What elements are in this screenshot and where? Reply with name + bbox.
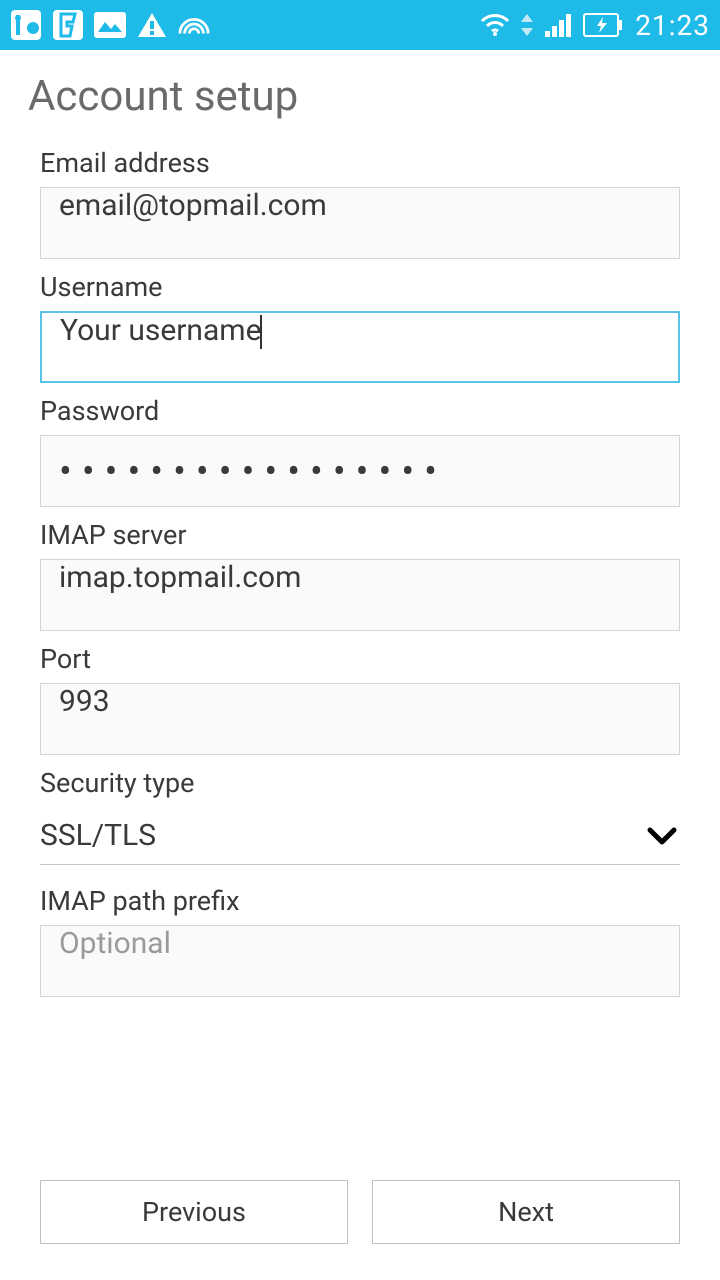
email-input[interactable]: email@topmail.com (40, 187, 680, 259)
security-type-select[interactable]: SSL/TLS (40, 807, 680, 865)
text-cursor (260, 315, 262, 349)
label-security-type: Security type (40, 767, 680, 799)
label-username: Username (40, 271, 680, 303)
field-imap-path-prefix: IMAP path prefix Optional (40, 885, 680, 997)
status-time: 21:23 (635, 9, 710, 42)
field-port: Port 993 (40, 643, 680, 755)
rainbow-icon (178, 9, 210, 41)
warning-icon (136, 9, 168, 41)
chevron-down-icon (644, 818, 680, 854)
status-left-icons (10, 9, 210, 41)
label-port: Port (40, 643, 680, 675)
security-type-value: SSL/TLS (40, 818, 644, 853)
signal-icon (543, 9, 575, 41)
field-security-type: Security type SSL/TLS (40, 767, 680, 865)
status-right-icons: 21:23 (479, 9, 710, 42)
username-value: Your username (60, 313, 262, 348)
previous-button[interactable]: Previous (40, 1180, 348, 1244)
account-setup-form: Email address email@topmail.com Username… (0, 147, 720, 997)
footer-buttons: Previous Next (40, 1180, 680, 1244)
password-input[interactable]: ••••••••••••••••• (40, 435, 680, 507)
field-username: Username Your username (40, 271, 680, 383)
page-title: Account setup (0, 50, 720, 147)
imap-path-prefix-input[interactable]: Optional (40, 925, 680, 997)
field-email: Email address email@topmail.com (40, 147, 680, 259)
label-imap-server: IMAP server (40, 519, 680, 551)
label-email: Email address (40, 147, 680, 179)
username-input[interactable]: Your username (40, 311, 680, 383)
port-input[interactable]: 993 (40, 683, 680, 755)
status-bar: 21:23 (0, 0, 720, 50)
foursquare-icon (52, 9, 84, 41)
wifi-icon (479, 9, 511, 41)
next-button[interactable]: Next (372, 1180, 680, 1244)
battery-charging-icon (583, 9, 623, 41)
field-password: Password ••••••••••••••••• (40, 395, 680, 507)
app-icon-1 (10, 9, 42, 41)
image-icon (94, 9, 126, 41)
sort-icon (519, 9, 535, 41)
field-imap-server: IMAP server imap.topmail.com (40, 519, 680, 631)
label-imap-path-prefix: IMAP path prefix (40, 885, 680, 917)
imap-server-input[interactable]: imap.topmail.com (40, 559, 680, 631)
label-password: Password (40, 395, 680, 427)
